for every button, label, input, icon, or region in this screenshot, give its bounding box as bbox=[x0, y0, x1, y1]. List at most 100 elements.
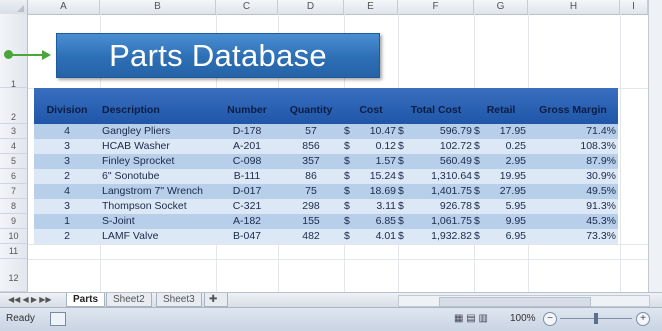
cell-description[interactable]: S-Joint bbox=[102, 214, 218, 229]
cell-margin[interactable]: 91.3% bbox=[528, 199, 618, 214]
vertical-scrollbar[interactable] bbox=[648, 0, 662, 292]
cell-total[interactable]: 926.78 bbox=[408, 199, 474, 214]
header-division[interactable]: Division bbox=[34, 88, 100, 124]
column-header-i[interactable]: I bbox=[620, 0, 648, 14]
column-header-e[interactable]: E bbox=[344, 0, 398, 14]
cell-description[interactable]: Finley Sprocket bbox=[102, 154, 218, 169]
cell-quantity[interactable]: 86 bbox=[278, 169, 344, 184]
cell-number[interactable]: C-321 bbox=[216, 199, 278, 214]
zoom-out-button[interactable]: − bbox=[543, 312, 557, 326]
cell-margin[interactable]: 49.5% bbox=[528, 184, 618, 199]
row-header-5[interactable]: 5 bbox=[0, 154, 28, 169]
cell-number[interactable]: D-017 bbox=[216, 184, 278, 199]
cell-number[interactable]: A-201 bbox=[216, 139, 278, 154]
header-description[interactable]: Description bbox=[100, 88, 218, 124]
cell-description[interactable]: Gangley Pliers bbox=[102, 124, 218, 139]
cell-number[interactable]: A-182 bbox=[216, 214, 278, 229]
cell-description[interactable]: Thompson Socket bbox=[102, 199, 218, 214]
column-header-a[interactable]: A bbox=[28, 0, 100, 14]
cell-total[interactable]: 1,401.75 bbox=[408, 184, 474, 199]
cell-division[interactable]: 3 bbox=[34, 154, 100, 169]
header-gross-margin[interactable]: Gross Margin bbox=[528, 88, 618, 124]
row-header-4[interactable]: 4 bbox=[0, 139, 28, 154]
cell-total[interactable]: 596.79 bbox=[408, 124, 474, 139]
header-quantity[interactable]: Quantity bbox=[278, 88, 344, 124]
cell-number[interactable]: C-098 bbox=[216, 154, 278, 169]
header-retail[interactable]: Retail bbox=[474, 88, 528, 124]
column-header-b[interactable]: B bbox=[100, 0, 216, 14]
cell-number[interactable]: D-178 bbox=[216, 124, 278, 139]
cell-division[interactable]: 4 bbox=[34, 184, 100, 199]
zoom-level[interactable]: 100% bbox=[510, 313, 536, 324]
row-header-6[interactable]: 6 bbox=[0, 169, 28, 184]
title-banner[interactable]: Parts Database bbox=[56, 33, 380, 78]
cell-margin[interactable]: 71.4% bbox=[528, 124, 618, 139]
cell-quantity[interactable]: 57 bbox=[278, 124, 344, 139]
cell-total[interactable]: 560.49 bbox=[408, 154, 474, 169]
cell-cost[interactable]: 15.24 bbox=[354, 169, 398, 184]
cell-division[interactable]: 2 bbox=[34, 169, 100, 184]
row-header-12[interactable]: 12 bbox=[0, 259, 28, 292]
cell-cost[interactable]: 3.11 bbox=[354, 199, 398, 214]
tab-parts[interactable]: Parts bbox=[66, 293, 106, 307]
cell-quantity[interactable]: 357 bbox=[278, 154, 344, 169]
view-buttons-icon[interactable]: ▦ ▤ ▥ bbox=[454, 313, 488, 324]
cell-quantity[interactable]: 298 bbox=[278, 199, 344, 214]
row-header-9[interactable]: 9 bbox=[0, 214, 28, 229]
cell-retail[interactable]: 5.95 bbox=[484, 199, 528, 214]
cell-division[interactable]: 1 bbox=[34, 214, 100, 229]
cell-margin[interactable]: 87.9% bbox=[528, 154, 618, 169]
cell-margin[interactable]: 30.9% bbox=[528, 169, 618, 184]
column-header-d[interactable]: D bbox=[278, 0, 344, 14]
cell-cost[interactable]: 6.85 bbox=[354, 214, 398, 229]
cell-margin[interactable]: 45.3% bbox=[528, 214, 618, 229]
cell-total[interactable]: 1,061.75 bbox=[408, 214, 474, 229]
insert-sheet-icon[interactable]: ✚ bbox=[204, 293, 228, 307]
cell-cost[interactable]: 4.01 bbox=[354, 229, 398, 244]
cell-retail[interactable]: 0.25 bbox=[484, 139, 528, 154]
cell-cost[interactable]: 18.69 bbox=[354, 184, 398, 199]
cell-total[interactable]: 102.72 bbox=[408, 139, 474, 154]
cell-retail[interactable]: 27.95 bbox=[484, 184, 528, 199]
cell-retail[interactable]: 6.95 bbox=[484, 229, 528, 244]
cell-total[interactable]: 1,310.64 bbox=[408, 169, 474, 184]
horizontal-scroll-thumb[interactable] bbox=[439, 297, 591, 307]
cell-quantity[interactable]: 482 bbox=[278, 229, 344, 244]
cell-quantity[interactable]: 856 bbox=[278, 139, 344, 154]
header-number[interactable]: Number bbox=[216, 88, 278, 124]
cell-division[interactable]: 4 bbox=[34, 124, 100, 139]
sheet-nav-arrows-icon[interactable]: ◀◀ ◀ ▶ ▶▶ bbox=[8, 293, 52, 307]
column-header-g[interactable]: G bbox=[474, 0, 528, 14]
cell-description[interactable]: Langstrom 7" Wrench bbox=[102, 184, 218, 199]
row-header-2[interactable]: 2 bbox=[0, 88, 28, 124]
cell-quantity[interactable]: 155 bbox=[278, 214, 344, 229]
select-all-corner[interactable] bbox=[0, 0, 28, 14]
cell-cost[interactable]: 1.57 bbox=[354, 154, 398, 169]
cell-number[interactable]: B-111 bbox=[216, 169, 278, 184]
tab-sheet3[interactable]: Sheet3 bbox=[156, 293, 202, 307]
cell-division[interactable]: 3 bbox=[34, 139, 100, 154]
tab-sheet2[interactable]: Sheet2 bbox=[106, 293, 152, 307]
cell-description[interactable]: 6" Sonotube bbox=[102, 169, 218, 184]
row-header-10[interactable]: 10 bbox=[0, 229, 28, 244]
cell-cost[interactable]: 10.47 bbox=[354, 124, 398, 139]
cell-number[interactable]: B-047 bbox=[216, 229, 278, 244]
cell-retail[interactable]: 17.95 bbox=[484, 124, 528, 139]
cell-retail[interactable]: 9.95 bbox=[484, 214, 528, 229]
column-header-h[interactable]: H bbox=[528, 0, 620, 14]
cell-description[interactable]: HCAB Washer bbox=[102, 139, 218, 154]
column-header-c[interactable]: C bbox=[216, 0, 278, 14]
cell-total[interactable]: 1,932.82 bbox=[408, 229, 474, 244]
row-header-7[interactable]: 7 bbox=[0, 184, 28, 199]
cell-retail[interactable]: 19.95 bbox=[484, 169, 528, 184]
cell-margin[interactable]: 73.3% bbox=[528, 229, 618, 244]
row-header-8[interactable]: 8 bbox=[0, 199, 28, 214]
row-header-11[interactable]: 11 bbox=[0, 244, 28, 259]
cell-margin[interactable]: 108.3% bbox=[528, 139, 618, 154]
column-header-f[interactable]: F bbox=[398, 0, 474, 14]
macro-record-icon[interactable] bbox=[50, 312, 66, 326]
cell-division[interactable]: 2 bbox=[34, 229, 100, 244]
cell-division[interactable]: 3 bbox=[34, 199, 100, 214]
row-header-3[interactable]: 3 bbox=[0, 124, 28, 139]
horizontal-scrollbar[interactable] bbox=[398, 295, 650, 307]
